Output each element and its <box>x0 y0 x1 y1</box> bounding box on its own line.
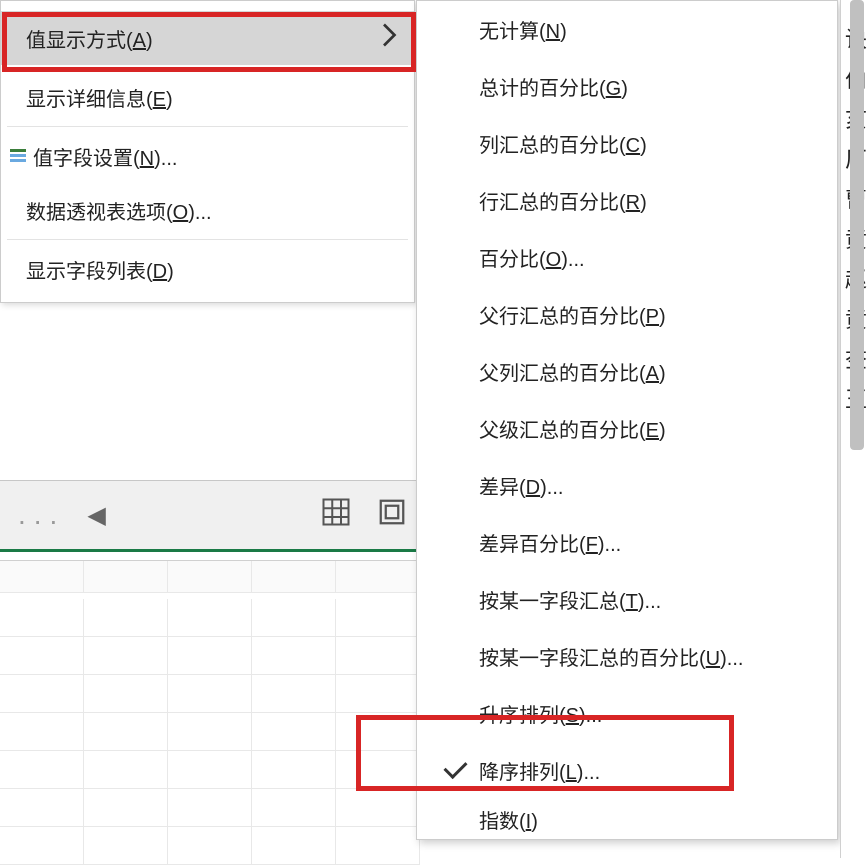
menu-label: 显示字段列表(D) <box>26 255 404 284</box>
submenu-item-row-total-percent[interactable]: 行汇总的百分比(R) <box>417 172 837 229</box>
menu-label: 值字段设置(N)... <box>33 142 404 171</box>
tab-overflow-dots[interactable]: ... <box>18 499 65 531</box>
submenu-item-difference-percent[interactable]: 差异百分比(F)... <box>417 514 837 571</box>
menu-item-pivot-options[interactable]: 数据透视表选项(O)... <box>1 183 414 237</box>
menu-label: 值显示方式(A) <box>26 24 382 53</box>
menu-label: 显示详细信息(E) <box>26 83 404 112</box>
menu-label: 按某一字段汇总的百分比(U)... <box>479 642 827 671</box>
scrollbar-thumb[interactable] <box>850 0 864 450</box>
grid-view-icon <box>321 497 351 533</box>
menu-label: 数据透视表选项(O)... <box>26 196 404 225</box>
submenu-item-column-total-percent[interactable]: 列汇总的百分比(C) <box>417 115 837 172</box>
menu-label: 父行汇总的百分比(P) <box>479 300 827 329</box>
submenu-item-grand-total-percent[interactable]: 总计的百分比(G) <box>417 58 837 115</box>
page-layout-icon <box>377 497 407 533</box>
menu-label: 降序排列(L)... <box>479 756 827 785</box>
menu-label: 父级汇总的百分比(E) <box>479 414 827 443</box>
submenu-item-rank-ascending[interactable]: 升序排列(S)... <box>417 685 837 742</box>
submenu-item-parent-row-percent[interactable]: 父行汇总的百分比(P) <box>417 286 837 343</box>
view-page-layout-button[interactable] <box>364 485 420 545</box>
menu-separator <box>7 126 408 127</box>
menu-label: 列汇总的百分比(C) <box>479 129 827 158</box>
background-filler <box>0 316 415 481</box>
menu-label: 指数(I) <box>479 805 827 834</box>
menu-item-summarize-values-by[interactable] <box>1 1 414 11</box>
menu-separator <box>7 67 408 68</box>
submenu-item-running-total-percent[interactable]: 按某一字段汇总的百分比(U)... <box>417 628 837 685</box>
right-panel-strip: 诀伯亥厂曹黄赵黄杢王 <box>840 0 868 858</box>
submenu-item-rank-descending[interactable]: 降序排列(L)... <box>417 742 837 799</box>
menu-label: 父列汇总的百分比(A) <box>479 357 827 386</box>
submenu-item-parent-total-percent[interactable]: 父级汇总的百分比(E) <box>417 400 837 457</box>
menu-label: 无计算(N) <box>479 15 827 44</box>
submenu-item-no-calculation[interactable]: 无计算(N) <box>417 1 837 58</box>
menu-separator <box>7 239 408 240</box>
spreadsheet-grid[interactable] <box>0 560 420 858</box>
menu-item-show-field-list[interactable]: 显示字段列表(D) <box>1 242 414 296</box>
submenu-item-percent-of[interactable]: 百分比(O)... <box>417 229 837 286</box>
menu-label: 升序排列(S)... <box>479 699 827 728</box>
menu-item-value-display-as[interactable]: 值显示方式(A) <box>1 11 414 65</box>
menu-label: 差异(D)... <box>479 471 827 500</box>
submenu-item-parent-column-percent[interactable]: 父列汇总的百分比(A) <box>417 343 837 400</box>
menu-label: 按某一字段汇总(T)... <box>479 585 827 614</box>
tab-scroll-left-icon[interactable]: ◀ <box>87 501 113 530</box>
menu-label: 总计的百分比(G) <box>479 72 827 101</box>
value-display-submenu: 无计算(N) 总计的百分比(G) 列汇总的百分比(C) 行汇总的百分比(R) 百… <box>416 0 838 840</box>
menu-label: 行汇总的百分比(R) <box>479 186 827 215</box>
menu-item-value-field-settings[interactable]: 值字段设置(N)... <box>1 129 414 183</box>
field-settings-icon <box>6 146 30 166</box>
context-menu: 值显示方式(A) 显示详细信息(E) 值字段设置(N)... 数据透视表选项(O… <box>0 0 415 303</box>
submenu-item-running-total[interactable]: 按某一字段汇总(T)... <box>417 571 837 628</box>
menu-label: 百分比(O)... <box>479 243 827 272</box>
view-normal-button[interactable] <box>308 485 364 545</box>
submenu-item-difference[interactable]: 差异(D)... <box>417 457 837 514</box>
menu-label: 差异百分比(F)... <box>479 528 827 557</box>
submenu-arrow-icon <box>382 23 398 53</box>
menu-item-show-detail[interactable]: 显示详细信息(E) <box>1 70 414 124</box>
submenu-item-index[interactable]: 指数(I) <box>417 799 837 839</box>
sheet-tab-bar: ... ◀ <box>0 480 420 552</box>
